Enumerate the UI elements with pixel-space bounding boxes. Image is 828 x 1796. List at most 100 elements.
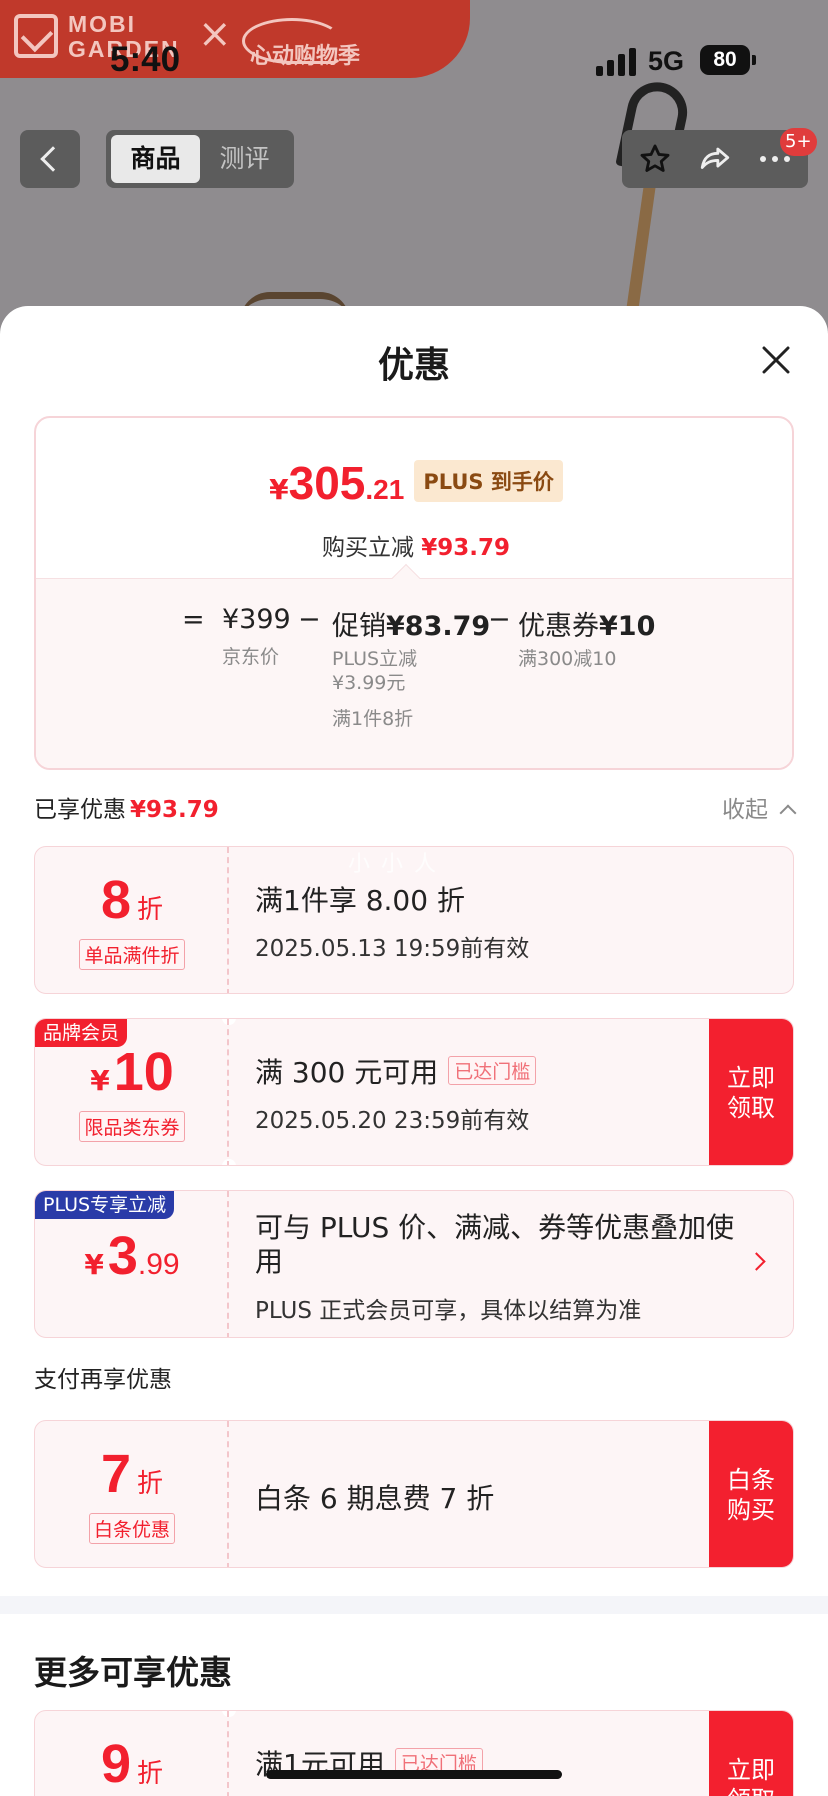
offer-value: PLUS专享立减 ¥3.99	[35, 1191, 229, 1337]
collapse-button[interactable]: 收起	[722, 790, 797, 824]
tab-product[interactable]: 商品	[111, 135, 200, 183]
offer-amount: ¥10	[35, 1041, 229, 1103]
offer-card[interactable]: 品牌会员 ¥10 限品类东券 满 300 元可用 已达门槛 2025.05.20 …	[34, 1018, 794, 1166]
offer-unit: 折	[137, 1469, 164, 1499]
offer-type: 单品满件折	[35, 939, 229, 970]
promo-label: 促销	[332, 611, 386, 642]
claim-label: 立即领取	[727, 1064, 775, 1122]
offer-number: 9	[100, 1734, 132, 1794]
offer-number: 8	[100, 870, 132, 930]
chevron-up-icon	[779, 804, 797, 822]
promo-plus-amount: ¥3.99元	[332, 672, 406, 694]
more-icon	[760, 156, 790, 162]
offer-note: PLUS 正式会员可享，具体以结算为准	[255, 1298, 642, 1324]
offer-title: 满1件享 8.00 折	[255, 884, 465, 917]
final-price: ¥305.21 PLUS 到手价	[36, 456, 792, 510]
price-currency: ¥	[269, 473, 289, 506]
equals-sign: =	[182, 604, 205, 635]
coupon-amount: ¥10	[599, 611, 656, 642]
offer-decimal: .99	[137, 1248, 180, 1281]
coupon: 优惠券¥10	[518, 604, 655, 643]
campaign-name: 心动购物季	[250, 44, 361, 69]
offer-number: 3	[107, 1226, 138, 1286]
offer-type-label: 单品满件折	[79, 939, 185, 970]
offer-unit: 折	[137, 1759, 164, 1789]
offer-expiry: 2025.05.13 19:59前有效	[255, 936, 530, 962]
message-badge: 5+	[780, 128, 817, 156]
offer-value: 8折 单品满件折	[35, 847, 229, 993]
price-decimal: .21	[365, 474, 405, 505]
price-summary: ¥305.21 PLUS 到手价 购买立减 ¥93.79 = ¥399 京东价 −…	[34, 416, 794, 770]
share-button[interactable]	[686, 130, 744, 188]
offer-card[interactable]: PLUS专享立减 ¥3.99 可与 PLUS 价、满减、券等优惠叠加使用 PLU…	[34, 1190, 794, 1338]
page-tabs: 商品 测评	[106, 130, 294, 188]
discount-sheet: 优惠 ¥305.21 PLUS 到手价 购买立减 ¥93.79 = ¥399 京东…	[0, 306, 828, 1796]
offer-amount: ¥3.99	[35, 1225, 229, 1287]
offer-currency: ¥	[90, 1064, 110, 1097]
offer-type: 白条优惠	[35, 1513, 229, 1544]
collapse-label: 收起	[722, 797, 768, 823]
section-divider	[0, 1596, 828, 1614]
baitiao-buy-button[interactable]: 白条购买	[709, 1421, 793, 1567]
collab-cross: ×	[198, 11, 232, 57]
promo-amount: ¥83.79	[386, 611, 491, 642]
reduce-amount: ¥93.79	[421, 535, 511, 561]
home-indicator[interactable]	[266, 1770, 562, 1779]
close-button[interactable]	[756, 340, 796, 380]
offer-title: 可与 PLUS 价、满减、券等优惠叠加使用	[255, 1211, 735, 1278]
minus-sign: −	[488, 604, 511, 635]
offer-value: 品牌会员 ¥10 限品类东券	[35, 1019, 229, 1165]
offer-amount: 7折	[35, 1443, 229, 1505]
baitiao-buy-label: 白条购买	[727, 1466, 775, 1524]
offer-unit: 折	[137, 895, 164, 925]
close-icon	[762, 346, 790, 374]
promo: 促销¥83.79	[332, 604, 490, 643]
favorite-button[interactable]	[626, 130, 684, 188]
enjoyed-discounts-header: 已享优惠 ¥93.79 收起	[34, 790, 797, 830]
reduce-label: 购买立减	[321, 535, 414, 561]
jd-price-label: 京东价	[222, 646, 280, 668]
offer-title: 满 300 元可用 已达门槛	[255, 1051, 537, 1091]
reduce-line: 购买立减 ¥93.79	[36, 528, 792, 562]
network-type: 5G	[648, 46, 685, 76]
offer-card[interactable]: 9折 满1元可用已达门槛 立即领取	[34, 1710, 794, 1796]
promo-rule: 满1件8折	[332, 708, 414, 730]
coupon-label: 优惠券	[518, 611, 599, 642]
offer-value: 7折 白条优惠	[35, 1421, 229, 1567]
offer-expiry: 2025.05.20 23:59前有效	[255, 1108, 530, 1134]
offer-title-text: 满 300 元可用	[255, 1056, 439, 1089]
payment-offers-heading: 支付再享优惠	[34, 1367, 172, 1393]
plus-price-tag: PLUS 到手价	[414, 460, 563, 502]
star-icon	[640, 144, 670, 172]
enjoyed-amount: ¥93.79	[130, 797, 219, 823]
campaign-banner: MOBI GARDEN × 心动购物季	[0, 0, 470, 78]
share-icon	[700, 147, 730, 169]
offer-number: 10	[113, 1042, 174, 1102]
battery-icon: 80	[700, 45, 756, 75]
plus-exclusive-tag: PLUS专享立减	[35, 1191, 175, 1219]
threshold-met-badge: 已达门槛	[448, 1056, 537, 1085]
minus-sign: −	[298, 604, 321, 635]
offer-type-label: 白条优惠	[88, 1513, 175, 1544]
offer-currency: ¥	[84, 1248, 104, 1281]
coupon-rule: 满300减10	[518, 648, 617, 670]
brand-logo-icon	[14, 14, 58, 58]
offer-value: 9折	[35, 1711, 229, 1796]
claim-coupon-button[interactable]: 立即领取	[709, 1019, 793, 1165]
promo-plus-label: PLUS立减	[332, 648, 418, 670]
offer-amount: 9折	[35, 1733, 229, 1795]
watermark-text: 小 小 人	[348, 852, 438, 877]
more-offers-heading: 更多可享优惠	[34, 1653, 232, 1692]
payment-offer-card[interactable]: 7折 白条优惠 白条 6 期息费 7 折 白条购买	[34, 1420, 794, 1568]
offer-type-label: 限品类东券	[79, 1111, 185, 1142]
tab-review[interactable]: 测评	[200, 135, 289, 183]
offer-title: 白条 6 期息费 7 折	[255, 1482, 495, 1515]
offer-amount: 8折	[35, 869, 229, 931]
price-integer: 305	[288, 457, 366, 509]
jd-price: ¥399	[222, 604, 291, 635]
claim-label: 立即领取	[727, 1756, 775, 1796]
back-button[interactable]	[20, 130, 80, 188]
sheet-title: 优惠	[377, 345, 450, 386]
claim-coupon-button[interactable]: 立即领取	[709, 1711, 793, 1796]
offer-number: 7	[100, 1444, 132, 1504]
